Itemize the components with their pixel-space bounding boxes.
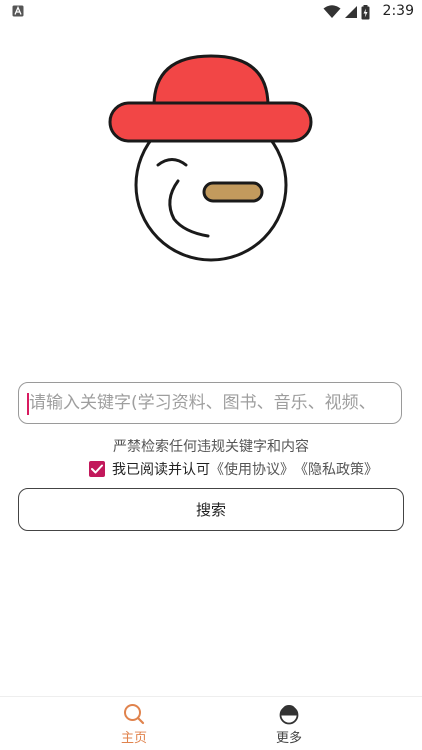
search-icon (124, 704, 145, 725)
nav-label-more: 更多 (275, 731, 302, 746)
check-icon (91, 464, 103, 474)
text-notification-icon (12, 5, 24, 17)
search-input[interactable] (29, 383, 401, 423)
search-button[interactable]: 搜索 (18, 488, 404, 531)
privacy-link[interactable]: 《隐私政策》 (294, 459, 378, 479)
prohibited-notice: 严禁检索任何违规关键字和内容 (113, 439, 309, 455)
battery-icon (361, 4, 370, 19)
agree-checkbox[interactable] (89, 461, 105, 477)
agree-text: 我已阅读并认可 (112, 462, 210, 478)
search-box[interactable] (18, 382, 402, 424)
status-time: 2:39 (382, 3, 414, 19)
status-bar: 2:39 (0, 0, 422, 24)
wifi-icon (323, 5, 341, 18)
agreement-row: 我已阅读并认可 《使用协议》 《隐私政策》 (89, 459, 378, 479)
mascot-hat-brim (108, 101, 313, 143)
nav-label-home: 主页 (120, 731, 147, 746)
signal-icon (345, 6, 357, 18)
mascot-hat-crown (152, 54, 270, 108)
agreement-link[interactable]: 《使用协议》 (210, 459, 294, 479)
mascot-nose (202, 181, 264, 203)
nav-item-more[interactable]: 更多 (249, 703, 329, 746)
bottom-nav: 主页 更多 (0, 696, 422, 750)
status-icons (323, 4, 370, 20)
nav-item-home[interactable]: 主页 (94, 703, 174, 746)
mascot-logo (108, 54, 313, 262)
mascot-icon (279, 705, 299, 725)
